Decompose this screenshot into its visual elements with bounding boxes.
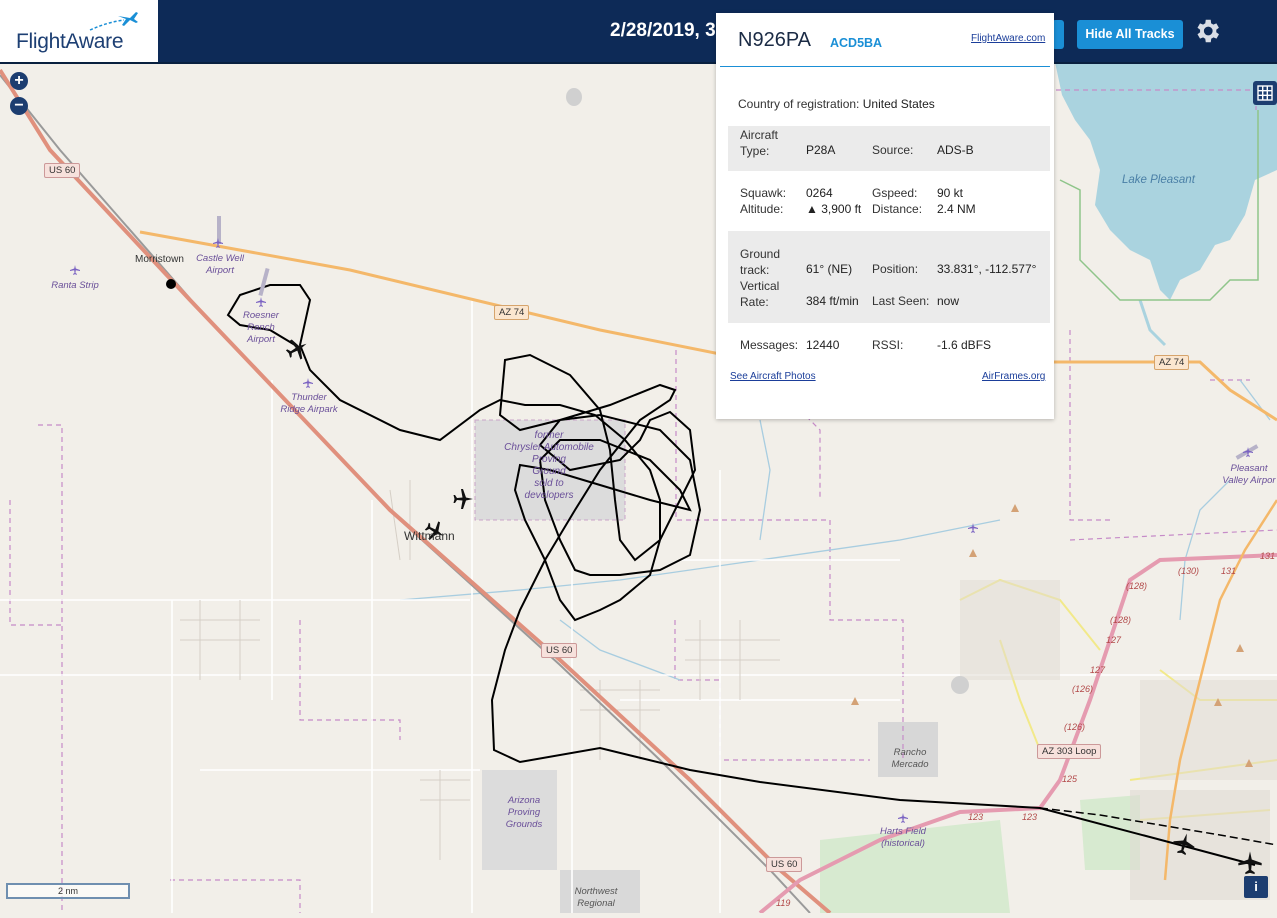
messages-label: Messages: [740, 338, 799, 352]
place-morristown: Morristown [135, 254, 184, 265]
label-ranta-strip: Ranta Strip [51, 280, 99, 291]
hex-code: ACD5BA [830, 36, 883, 50]
country-row: Country of registration: United States [738, 97, 1058, 111]
ground-track-value: 61° (NE) [806, 262, 853, 276]
gspeed-label: Gspeed: [872, 186, 918, 200]
logo-text: FlightAware [16, 30, 124, 53]
country-label: Country of registration: [738, 97, 860, 111]
distance-value: 2.4 NM [937, 202, 976, 216]
route-number: 123 [1022, 812, 1038, 822]
airport-icon [1243, 447, 1253, 457]
label-harts-field: Harts Field (historical) [880, 826, 926, 849]
route-number: 119 [776, 898, 791, 908]
scale-bar: 2 nm [6, 883, 130, 899]
airport-icon [303, 378, 313, 388]
squawk-value: 0264 [806, 186, 833, 200]
squawk-label: Squawk: [740, 186, 787, 200]
label-arizona-proving: Arizona Proving Grounds [505, 795, 543, 830]
route-number: (126) [1072, 684, 1094, 694]
position-value: 33.831°, -112.577° [937, 262, 1037, 276]
gspeed-value: 90 kt [937, 186, 964, 200]
route-number: 123 [968, 812, 984, 822]
tail-number: N926PA [738, 29, 812, 51]
airport-icon [898, 813, 908, 823]
distance-label: Distance: [872, 202, 923, 216]
place-wittmann: Wittmann [404, 529, 455, 543]
ground-track-label: Ground track: [740, 247, 781, 277]
altitude-label: Altitude: [740, 202, 784, 216]
route-number: 131 [1260, 551, 1276, 561]
label-rancho-mercado: Rancho Mercado [891, 747, 929, 770]
altitude-value: ▲ 3,900 ft [806, 202, 862, 216]
route-number: 127 [1090, 665, 1106, 675]
header-date: 2/28/2019, 3 [610, 20, 716, 41]
messages-value: 12440 [806, 338, 840, 352]
airport-icon [70, 265, 80, 275]
country-value: United States [862, 97, 935, 111]
last-seen-value: now [937, 294, 960, 308]
route-number: (128) [1126, 581, 1148, 591]
zoom-out-icon[interactable]: − [10, 97, 28, 115]
top-bar: FlightAware 2/28/2019, 3 Hide All Tracks [0, 0, 1277, 64]
airport-icon [968, 523, 978, 533]
az303-shield: AZ 303 Loop [1037, 744, 1102, 759]
settings-gear-icon[interactable] [1192, 16, 1222, 46]
flightaware-link[interactable]: FlightAware.com [971, 33, 1045, 44]
position-label: Position: [872, 262, 919, 276]
info-icon[interactable]: i [1244, 876, 1268, 898]
airplane-icon[interactable] [284, 336, 310, 362]
morristown-dot [166, 279, 176, 289]
us60-shield: US 60 [766, 857, 803, 872]
airplane-icon[interactable] [1171, 831, 1197, 857]
aircraft-type-value: P28A [806, 143, 836, 157]
airplane-icon[interactable] [1236, 849, 1264, 877]
route-number: 125 [1062, 774, 1078, 784]
label-castle-well: Castle Well Airport [196, 253, 244, 276]
az74-shield: AZ 74 [1154, 355, 1190, 370]
aircraft-info-panel: N926PA ACD5BA FlightAware.com Country of… [716, 13, 1054, 419]
zoom-in-icon[interactable]: + [10, 72, 28, 90]
logo[interactable]: FlightAware [0, 0, 158, 62]
see-aircraft-photos-link[interactable]: See Aircraft Photos [730, 371, 816, 382]
route-number: 127 [1106, 635, 1122, 645]
label-northwest-regional: Northwest Regional [574, 886, 618, 909]
label-roesner: Roesner Ranch Airport [243, 310, 279, 345]
label-pleasant-valley: Pleasant Valley Airpor [1222, 463, 1276, 486]
hide-all-tracks-button[interactable]: Hide All Tracks [1077, 20, 1183, 49]
us60-shield: US 60 [44, 163, 81, 178]
label-chrysler: former Chrysler Automobile Proving Ground so… [504, 430, 594, 501]
airplane-icon[interactable] [450, 487, 476, 511]
airport-icon [213, 238, 223, 248]
source-value: ADS-B [937, 143, 974, 157]
divider [720, 66, 1050, 67]
route-number: 131 [1221, 566, 1237, 576]
grid-icon [1257, 85, 1273, 101]
az74-shield: AZ 74 [494, 305, 530, 320]
last-seen-label: Last Seen: [872, 294, 930, 308]
aircraft-type-label: Aircraft Type: [740, 128, 779, 158]
label-thunder-ridge: Thunder Ridge Airpark [280, 392, 338, 415]
source-label: Source: [872, 143, 914, 157]
vertical-rate-label: Vertical Rate: [740, 279, 780, 309]
layers-grid-icon[interactable] [1253, 81, 1277, 105]
us60-shield: US 60 [541, 643, 578, 658]
vertical-rate-value: 384 ft/min [806, 294, 859, 308]
rssi-label: RSSI: [872, 338, 904, 352]
airport-icon [256, 297, 266, 307]
airframes-link[interactable]: AirFrames.org [982, 371, 1045, 382]
label-lake-pleasant: Lake Pleasant [1122, 174, 1195, 186]
route-number: (130) [1178, 566, 1200, 576]
map-canvas[interactable] [0, 0, 1277, 915]
route-number: (126) [1064, 722, 1086, 732]
rssi-value: -1.6 dBFS [937, 338, 992, 352]
route-number: (128) [1110, 615, 1132, 625]
map-svg [0, 0, 1277, 915]
